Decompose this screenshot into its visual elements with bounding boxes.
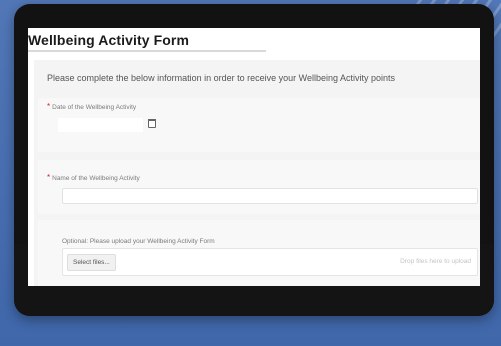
upload-dropzone[interactable]: Select files... Drop files here to uploa… — [62, 248, 478, 276]
form-title: Wellbeing Activity Form — [28, 32, 189, 48]
select-files-button[interactable]: Select files... — [67, 254, 116, 271]
drop-hint: Drop files here to upload — [400, 258, 471, 265]
name-field-label: * Name of the Wellbeing Activity — [47, 173, 140, 182]
activity-name-input[interactable] — [62, 188, 478, 204]
upload-field-label: Optional: Please upload your Wellbeing A… — [62, 238, 215, 245]
date-field-group: * Date of the Wellbeing Activity — [38, 98, 480, 152]
date-picker — [38, 108, 168, 132]
upload-field-group: Optional: Please upload your Wellbeing A… — [38, 220, 480, 286]
required-marker: * — [47, 173, 51, 182]
name-field-group: * Name of the Wellbeing Activity — [38, 160, 480, 214]
form-body: Please complete the below information in… — [34, 60, 480, 286]
title-underline — [28, 50, 266, 52]
date-input[interactable] — [58, 118, 143, 132]
form-screen: Wellbeing Activity Form Please complete … — [28, 28, 480, 286]
form-intro: Please complete the below information in… — [47, 73, 396, 83]
calendar-icon[interactable] — [148, 119, 156, 128]
